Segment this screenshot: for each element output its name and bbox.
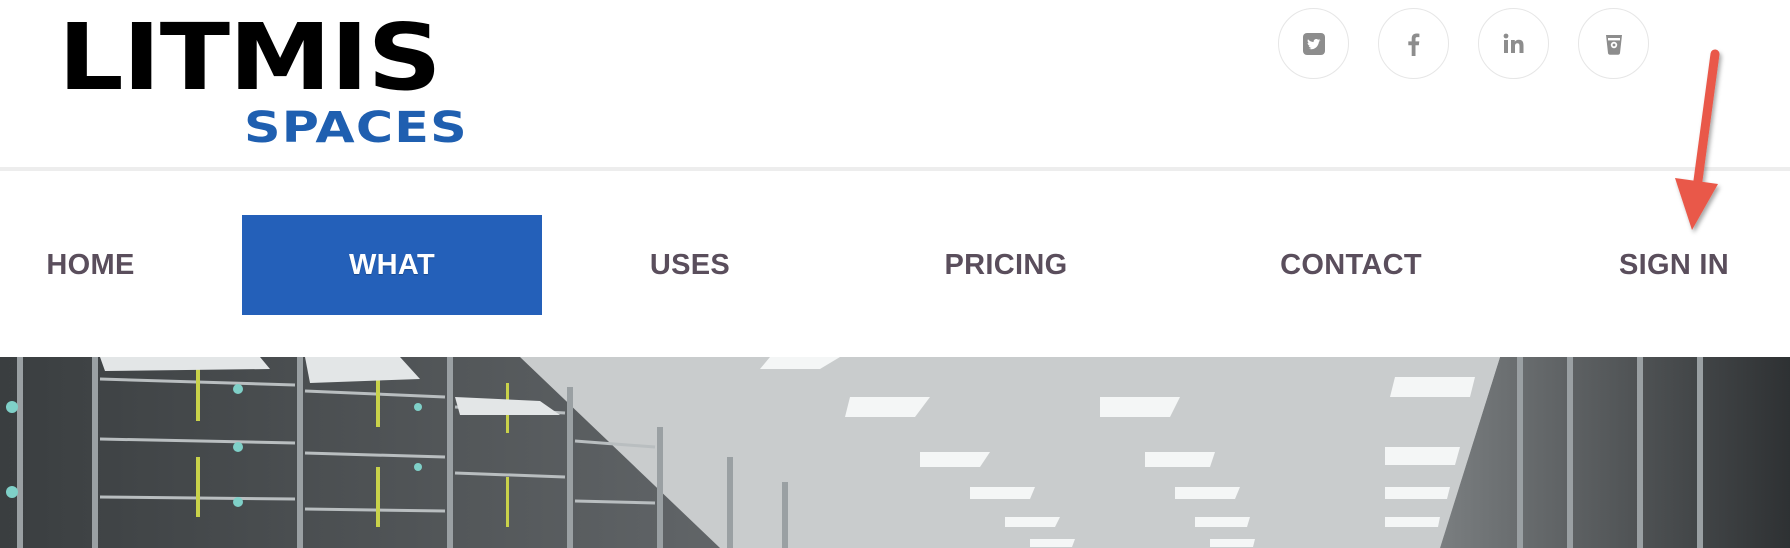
linkedin-icon bbox=[1503, 33, 1523, 53]
main-nav: HOME WHAT USES PRICING CONTACT SIGN IN bbox=[0, 171, 1790, 357]
nav-pricing[interactable]: PRICING bbox=[930, 215, 1082, 315]
server-room-photo bbox=[0, 357, 1790, 548]
site-header: LITMIS SPACES bbox=[0, 0, 1790, 168]
red-arrow-annotation bbox=[1675, 49, 1720, 230]
nav-what[interactable]: WHAT bbox=[242, 215, 542, 315]
facebook-link[interactable] bbox=[1378, 8, 1449, 79]
site-logo[interactable]: LITMIS SPACES bbox=[58, 12, 467, 150]
nav-contact[interactable]: CONTACT bbox=[1270, 215, 1432, 315]
twitter-link[interactable] bbox=[1278, 8, 1349, 79]
untappd-link[interactable] bbox=[1578, 8, 1649, 79]
nav-home[interactable]: HOME bbox=[38, 215, 143, 315]
twitter-icon bbox=[1302, 32, 1325, 55]
logo-subtitle: SPACES bbox=[244, 103, 468, 153]
linkedin-link[interactable] bbox=[1478, 8, 1549, 79]
beer-glass-icon bbox=[1605, 34, 1622, 55]
nav-uses[interactable]: USES bbox=[630, 215, 750, 315]
facebook-icon bbox=[1407, 33, 1419, 56]
social-links bbox=[1278, 8, 1649, 79]
hero-image bbox=[0, 357, 1790, 548]
logo-wordmark: LITMIS bbox=[58, 4, 442, 111]
